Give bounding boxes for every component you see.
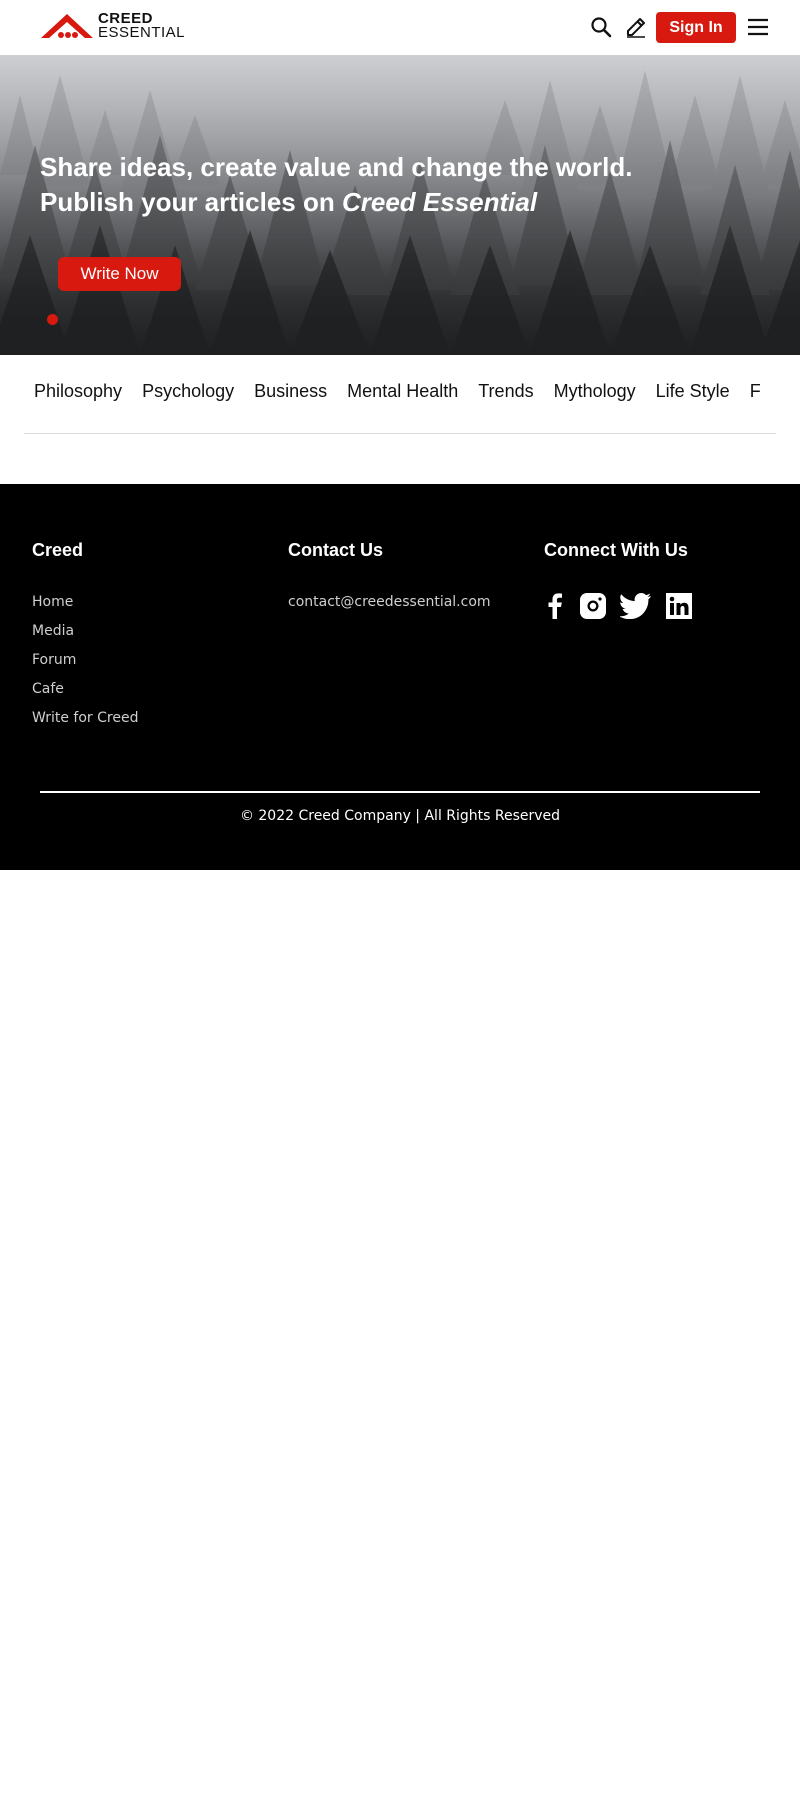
category-business[interactable]: Business — [254, 381, 327, 402]
category-trends[interactable]: Trends — [478, 381, 533, 402]
pencil-icon[interactable] — [624, 15, 648, 39]
hero-line2-prefix: Publish your articles on — [40, 187, 342, 217]
footer-link-cafe[interactable]: Cafe — [32, 680, 138, 698]
hero-line1: Share ideas, create value and change the… — [40, 152, 633, 182]
footer-link-write-for-creed[interactable]: Write for Creed — [32, 709, 138, 727]
footer-divider — [40, 791, 760, 793]
category-philosophy[interactable]: Philosophy — [34, 381, 122, 402]
contact-email-link[interactable]: contact@creedessential.com — [288, 593, 491, 611]
category-mythology[interactable]: Mythology — [554, 381, 636, 402]
hero-banner: Share ideas, create value and change the… — [0, 55, 800, 355]
instagram-icon[interactable] — [580, 593, 606, 619]
category-divider — [24, 433, 776, 434]
category-nav: Philosophy Psychology Business Mental He… — [0, 355, 800, 435]
footer-contact-title: Contact Us — [288, 540, 384, 560]
footer-column-contact: Contact Us contact@creedessential.com — [288, 540, 491, 622]
write-now-button[interactable]: Write Now — [58, 257, 181, 291]
category-list: Philosophy Psychology Business Mental He… — [34, 381, 781, 402]
logo[interactable]: CREED ESSENTIAL — [39, 10, 185, 42]
category-mental-health[interactable]: Mental Health — [347, 381, 458, 402]
category-psychology[interactable]: Psychology — [142, 381, 234, 402]
footer-link-forum[interactable]: Forum — [32, 651, 138, 669]
category-life-style[interactable]: Life Style — [656, 381, 730, 402]
footer-creed-title: Creed — [32, 540, 84, 560]
footer-connect-title: Connect With Us — [544, 540, 688, 560]
twitter-icon[interactable] — [620, 593, 652, 619]
category-truncated[interactable]: F — [750, 381, 761, 402]
linkedin-icon[interactable] — [666, 593, 692, 619]
carousel-dot-active[interactable] — [47, 314, 58, 325]
footer-link-media[interactable]: Media — [32, 622, 138, 640]
search-icon[interactable] — [589, 15, 613, 39]
hero-brand-name: Creed Essential — [341, 187, 538, 217]
social-links — [544, 593, 706, 619]
facebook-icon[interactable] — [544, 593, 566, 619]
logo-line2: ESSENTIAL — [97, 24, 185, 41]
site-header: CREED ESSENTIAL Sign In — [0, 0, 800, 55]
hamburger-menu-icon[interactable] — [746, 15, 770, 39]
hero-line2: Publish your articles on Creed Essential — [40, 185, 760, 220]
site-footer: Creed Home Media Forum Cafe Write for Cr… — [0, 484, 800, 870]
logo-text: CREED ESSENTIAL — [97, 11, 185, 41]
copyright-text: © 2022 Creed Company | All Rights Reserv… — [239, 808, 561, 824]
sign-in-button[interactable]: Sign In — [656, 12, 736, 43]
footer-link-home[interactable]: Home — [32, 593, 138, 611]
footer-column-connect: Connect With Us — [544, 540, 706, 619]
logo-roof-icon — [40, 14, 93, 38]
footer-column-creed: Creed Home Media Forum Cafe Write for Cr… — [32, 540, 138, 738]
hero-headline: Share ideas, create value and change the… — [40, 150, 760, 220]
